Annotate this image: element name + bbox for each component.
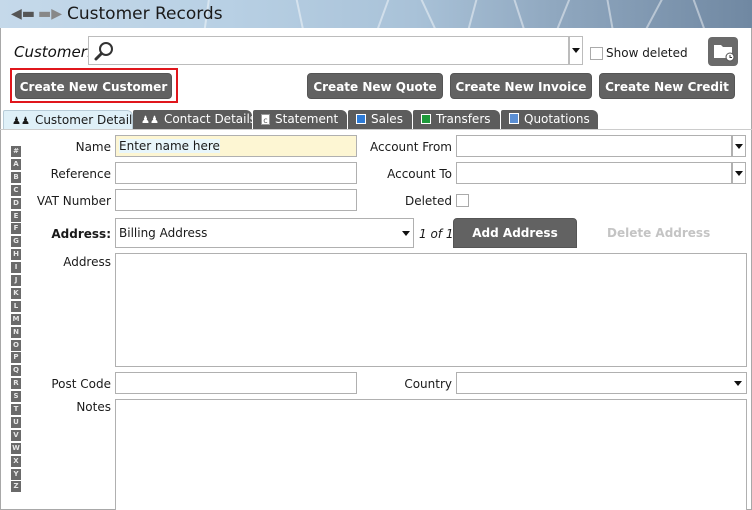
document-icon: c: [261, 114, 270, 125]
name-input[interactable]: Enter name here: [115, 135, 357, 157]
create-new-invoice-button[interactable]: Create New Invoice: [450, 73, 592, 99]
tab-statement[interactable]: c Statement: [253, 110, 347, 129]
alphabet-index-item[interactable]: W: [11, 443, 21, 454]
alphabet-index-item[interactable]: Q: [11, 365, 21, 376]
search-icon: [94, 42, 113, 61]
alphabet-index-item[interactable]: L: [11, 301, 21, 312]
green-square-icon: [421, 114, 431, 124]
alphabet-index-item[interactable]: Y: [11, 469, 21, 480]
post-code-label: Post Code: [51, 377, 111, 391]
account-to-select[interactable]: [456, 162, 732, 184]
alphabet-index-item[interactable]: T: [11, 404, 21, 415]
chevron-down-icon: [734, 381, 742, 386]
vat-number-label: VAT Number: [36, 194, 111, 208]
address-selector-label: Address:: [51, 227, 111, 241]
vat-number-input[interactable]: [115, 189, 357, 211]
reference-input[interactable]: [115, 162, 357, 184]
alphabet-index-item[interactable]: #: [11, 146, 21, 157]
address-textarea[interactable]: [115, 253, 747, 367]
address-type-select[interactable]: Billing Address: [115, 218, 414, 248]
tab-contact-details[interactable]: ♟♟ Contact Details: [133, 110, 256, 129]
deleted-checkbox[interactable]: [456, 194, 469, 207]
tab-quotations[interactable]: Quotations: [501, 110, 598, 129]
alphabet-index-item[interactable]: F: [11, 223, 21, 234]
show-deleted-checkbox[interactable]: [590, 47, 603, 60]
alphabet-index-item[interactable]: E: [11, 211, 21, 222]
alphabet-index-item[interactable]: I: [11, 262, 21, 273]
add-address-button[interactable]: Add Address: [453, 218, 577, 248]
folder-history-button[interactable]: [708, 37, 738, 66]
alphabet-index-item[interactable]: M: [11, 314, 21, 325]
blue-square-icon: [356, 114, 366, 124]
alphabet-index-item[interactable]: H: [11, 249, 21, 260]
tab-transfers[interactable]: Transfers: [413, 110, 500, 129]
customer-search-input[interactable]: [88, 36, 569, 65]
account-from-dropdown[interactable]: [732, 135, 746, 157]
create-new-customer-button[interactable]: Create New Customer: [15, 73, 172, 99]
alphabet-index-item[interactable]: G: [11, 236, 21, 247]
chevron-down-icon: [402, 231, 410, 236]
post-code-input[interactable]: [115, 372, 357, 394]
account-from-label: Account From: [370, 140, 452, 154]
show-deleted-label: Show deleted: [606, 46, 688, 60]
account-to-dropdown[interactable]: [732, 162, 746, 184]
reference-label: Reference: [50, 167, 111, 181]
tab-divider: [0, 129, 752, 130]
folder-clock-icon: [714, 45, 735, 62]
quote-doc-icon: [509, 113, 519, 124]
deleted-label: Deleted: [404, 194, 452, 208]
alphabet-index-item[interactable]: S: [11, 391, 21, 402]
arrow-right-icon[interactable]: ▬▶: [38, 7, 62, 21]
notes-label: Notes: [76, 400, 111, 414]
alphabet-index-item[interactable]: K: [11, 288, 21, 299]
chevron-down-icon: [572, 48, 580, 53]
delete-address-button[interactable]: Delete Address: [607, 226, 710, 240]
address-label: Address: [63, 255, 111, 269]
alphabet-index-item[interactable]: J: [11, 275, 21, 286]
address-count: 1 of 1: [419, 227, 454, 241]
country-select[interactable]: [456, 372, 747, 394]
tab-customer-details[interactable]: ♟♟ Customer Details: [3, 110, 139, 129]
create-new-quote-button[interactable]: Create New Quote: [307, 73, 443, 99]
name-label: Name: [75, 140, 111, 154]
alphabet-index-item[interactable]: A: [11, 159, 21, 170]
chevron-down-icon: [735, 171, 743, 176]
chevron-down-icon: [735, 144, 743, 149]
create-new-credit-button[interactable]: Create New Credit: [599, 73, 735, 99]
customer-label: Customer:: [14, 43, 92, 61]
alphabet-index-item[interactable]: R: [11, 378, 21, 389]
arrow-left-icon[interactable]: ◀▬: [11, 7, 35, 21]
customer-dropdown-button[interactable]: [569, 36, 583, 65]
people-icon: ♟♟: [141, 115, 159, 126]
alphabet-index-item[interactable]: O: [11, 340, 21, 351]
tab-sales[interactable]: Sales: [348, 110, 412, 129]
alphabet-index-item[interactable]: B: [11, 172, 21, 183]
window-title: Customer Records: [67, 4, 223, 24]
account-to-label: Account To: [387, 167, 452, 181]
alphabet-index-item[interactable]: N: [11, 327, 21, 338]
alphabet-index-item[interactable]: Z: [11, 481, 21, 492]
account-from-select[interactable]: [456, 135, 732, 157]
title-bar: ◀▬ ▬▶ Customer Records: [0, 0, 752, 28]
alphabet-index-item[interactable]: X: [11, 456, 21, 467]
country-label: Country: [404, 377, 452, 391]
alphabet-index-item[interactable]: U: [11, 417, 21, 428]
notes-textarea[interactable]: [115, 399, 747, 510]
alphabet-index-item[interactable]: P: [11, 352, 21, 363]
alphabet-index-item[interactable]: V: [11, 430, 21, 441]
